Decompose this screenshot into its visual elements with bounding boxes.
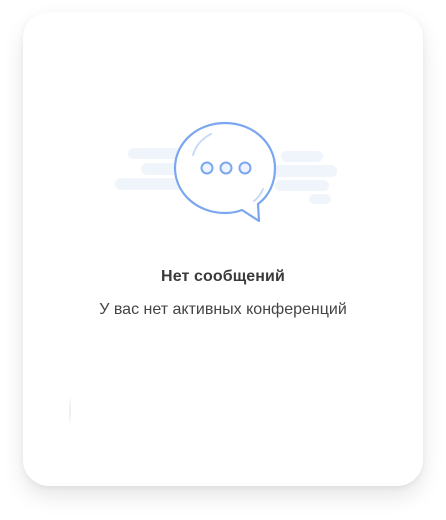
chat-bubble-icon <box>115 121 337 223</box>
empty-illustration <box>113 117 338 227</box>
empty-conferences-card: Нет сообщений У вас нет активных конфере… <box>23 12 423 486</box>
empty-state-title: Нет сообщений <box>161 268 285 285</box>
scroll-indicator <box>69 396 71 426</box>
empty-state-subtitle: У вас нет активных конференций <box>99 301 347 318</box>
